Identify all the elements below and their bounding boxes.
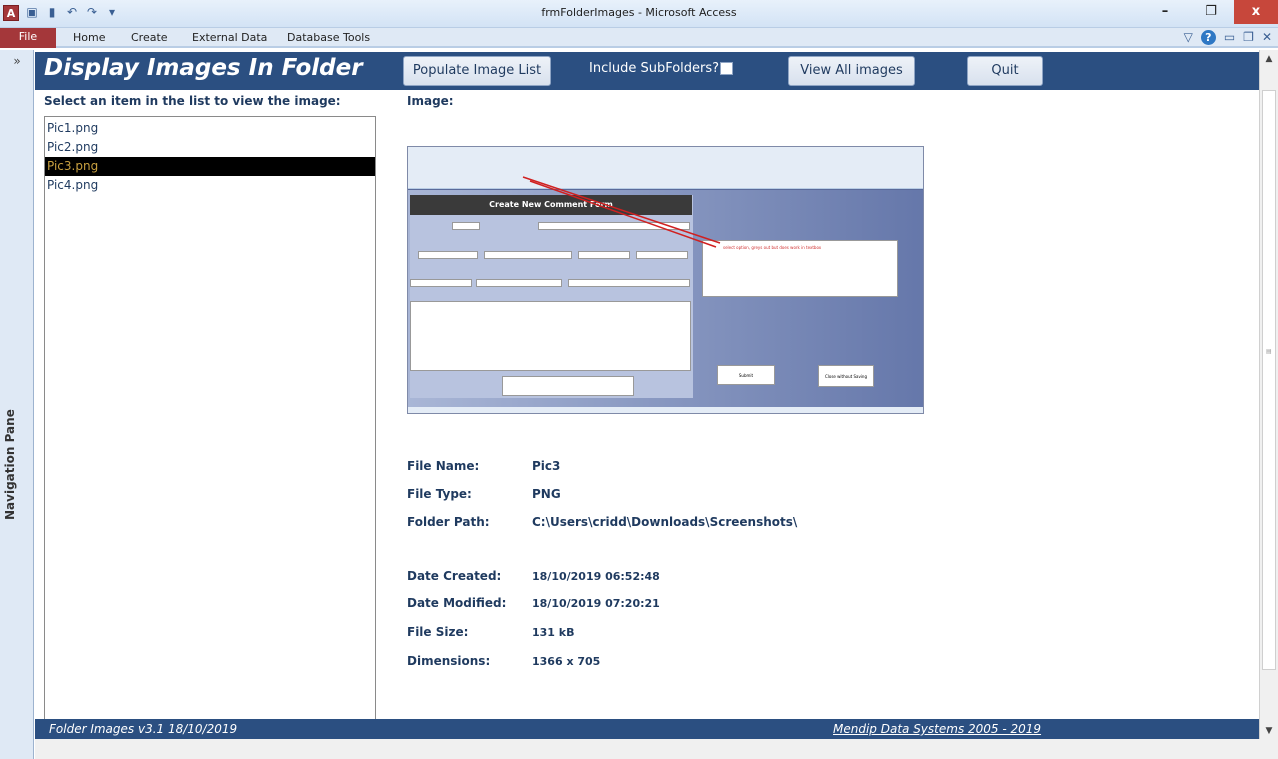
file-size-label: File Size: [407, 625, 469, 639]
date-modified-value: 18/10/2019 07:20:21 [532, 597, 660, 610]
ribbon-right-controls: ▽ ? ▭ ❐ ✕ [1184, 30, 1272, 45]
tab-home[interactable]: Home [73, 31, 105, 44]
list-item[interactable]: Pic4.png [45, 176, 375, 195]
quit-button[interactable]: Quit [967, 56, 1043, 86]
doc-close-icon[interactable]: ✕ [1262, 30, 1272, 45]
image-preview: Create New Comment Form select option, g… [407, 146, 924, 414]
close-button[interactable]: x [1234, 0, 1278, 24]
tab-file[interactable]: File [0, 28, 56, 48]
window-title: frmFolderImages - Microsoft Access [541, 6, 737, 19]
ribbon-collapse-icon[interactable]: ▽ [1184, 30, 1193, 45]
form-footer: Folder Images v3.1 18/10/2019 Mendip Dat… [35, 719, 1259, 739]
minimize-button[interactable]: – [1142, 0, 1188, 24]
tab-create[interactable]: Create [131, 31, 168, 44]
image-label: Image: [407, 94, 454, 108]
form-header: Display Images In Folder Populate Image … [35, 52, 1259, 90]
scroll-grip-icon: ▤ [1266, 348, 1272, 355]
list-item[interactable]: Pic1.png [45, 119, 375, 138]
preview-annotation-arrow [522, 176, 721, 248]
doc-restore-icon[interactable]: ❐ [1243, 30, 1254, 45]
tab-database-tools[interactable]: Database Tools [287, 31, 370, 44]
file-name-value: Pic3 [532, 459, 561, 473]
title-bar: A ▣ ▮ ↶ ↷ ▾ frmFolderImages - Microsoft … [0, 0, 1278, 28]
view-all-images-button[interactable]: View All images [788, 56, 915, 86]
bottom-strip [35, 739, 1278, 759]
navigation-pane-label[interactable]: Navigation Pane [3, 409, 17, 520]
window-controls: – ❐ x [1142, 0, 1278, 24]
list-item-selected[interactable]: Pic3.png [45, 157, 375, 176]
scroll-down-icon[interactable]: ▼ [1260, 722, 1278, 740]
file-name-label: File Name: [407, 459, 480, 473]
folder-path-value: C:\Users\cridd\Downloads\Screenshots\ [532, 515, 798, 529]
include-subfolders-checkbox[interactable] [720, 62, 733, 75]
mendip-link[interactable]: Mendip Data Systems 2005 - 2019 [833, 722, 1041, 736]
folder-path-label: Folder Path: [407, 515, 490, 529]
help-icon[interactable]: ? [1200, 30, 1216, 45]
populate-image-list-button[interactable]: Populate Image List [403, 56, 551, 86]
preview-status-bar [408, 407, 923, 413]
file-type-value: PNG [532, 487, 561, 501]
list-item[interactable]: Pic2.png [45, 138, 375, 157]
tab-external-data[interactable]: External Data [192, 31, 267, 44]
dimensions-value: 1366 x 705 [532, 655, 601, 668]
version-label: Folder Images v3.1 18/10/2019 [49, 722, 238, 736]
file-type-label: File Type: [407, 487, 472, 501]
dimensions-label: Dimensions: [407, 654, 491, 668]
restore-button[interactable]: ❐ [1188, 0, 1234, 24]
doc-minimize-icon[interactable]: ▭ [1224, 30, 1235, 45]
date-modified-label: Date Modified: [407, 596, 507, 610]
image-listbox[interactable]: Pic1.png Pic2.png Pic3.png Pic4.png [44, 116, 376, 720]
expand-nav-icon[interactable]: » [0, 54, 34, 68]
scroll-up-icon[interactable]: ▲ [1260, 50, 1278, 68]
file-size-value: 131 kB [532, 626, 575, 639]
form-title: Display Images In Folder [44, 55, 363, 81]
include-subfolders-label: Include SubFolders? [589, 61, 720, 76]
navigation-pane[interactable]: » Navigation Pane [0, 50, 34, 759]
date-created-label: Date Created: [407, 569, 502, 583]
vertical-scrollbar[interactable]: ▲ ▤ ▼ [1259, 50, 1278, 740]
ribbon-tabs: File Home Create External Data Database … [0, 28, 1278, 48]
date-created-value: 18/10/2019 06:52:48 [532, 570, 660, 583]
list-label: Select an item in the list to view the i… [44, 94, 341, 108]
scroll-thumb[interactable] [1262, 90, 1276, 670]
